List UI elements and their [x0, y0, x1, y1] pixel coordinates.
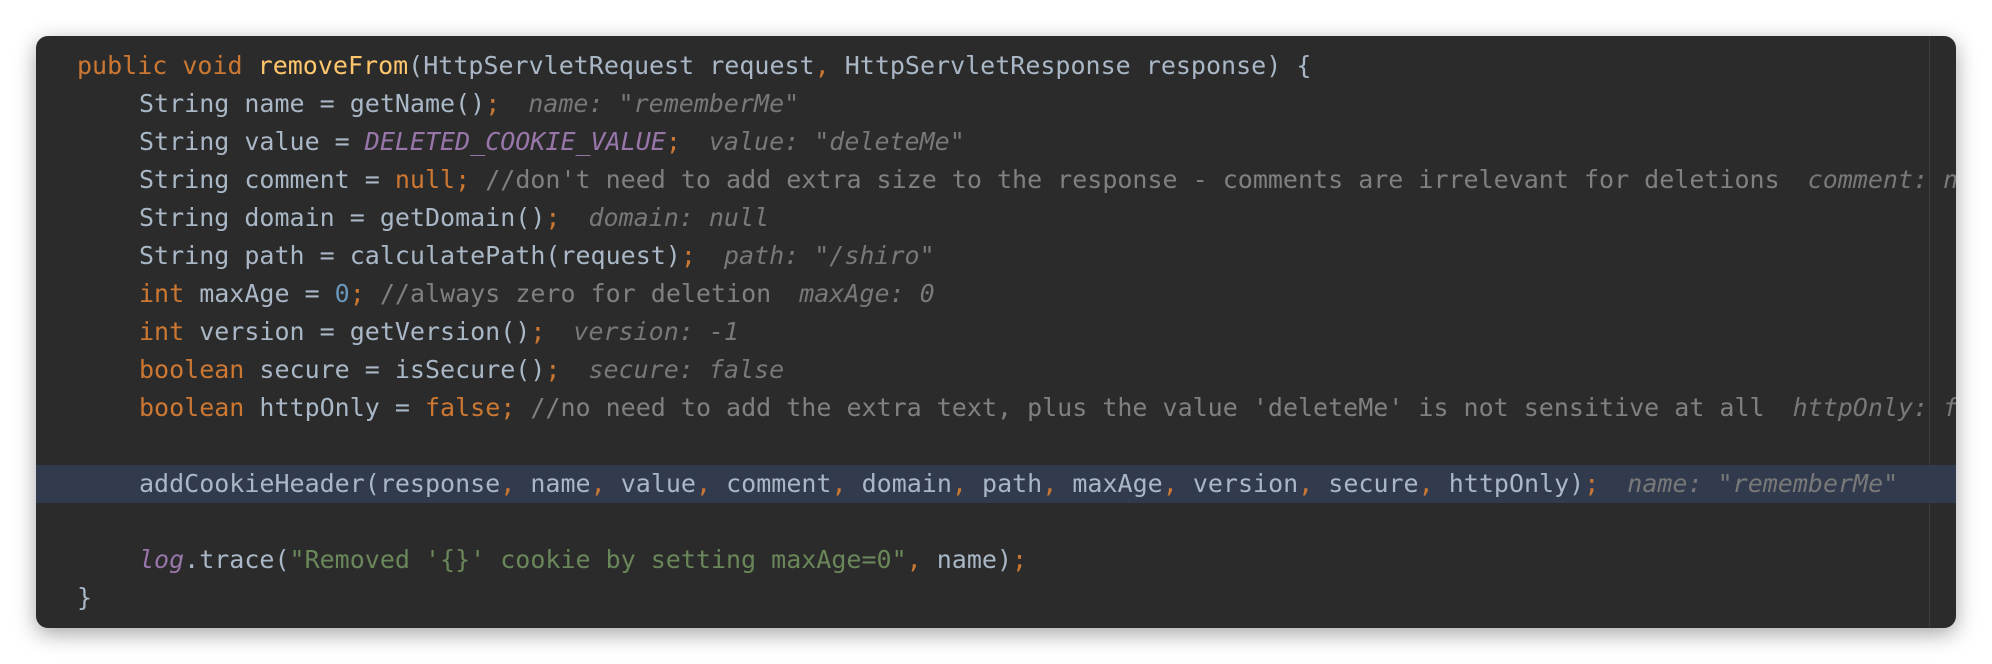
- code-text: String value =: [139, 127, 365, 156]
- argument: httpOnly: [1448, 469, 1570, 498]
- code-line-httponly[interactable]: boolean httpOnly = false; //no need to a…: [36, 389, 1956, 427]
- argument: name): [921, 545, 1012, 574]
- code-text: String path = calculatePath(request): [139, 241, 681, 270]
- line-comment: //no need to add the extra text, plus th…: [530, 393, 1765, 422]
- keyword-public: public: [77, 51, 168, 80]
- semicolon: ;: [665, 127, 681, 156]
- inline-value-hint: value: "deleteMe": [708, 127, 965, 156]
- argument: domain: [861, 469, 952, 498]
- keyword-int: int: [139, 317, 185, 346]
- constant-deleted-cookie-value: DELETED_COOKIE_VALUE: [364, 127, 666, 156]
- code-line-name[interactable]: String name = getName(); name: "rememberM…: [36, 85, 1956, 123]
- code-text: version = getVersion(): [184, 317, 531, 346]
- inline-value-hint: name: "rememberMe": [528, 89, 800, 118]
- open-brace: {: [1296, 51, 1312, 80]
- code-text: maxAge =: [184, 279, 335, 308]
- code-text: String domain = getDomain(): [139, 203, 546, 232]
- inline-value-hint: domain: null: [588, 203, 770, 232]
- code-text: httpOnly =: [244, 393, 425, 422]
- method-name: removeFrom: [257, 51, 409, 80]
- argument: version: [1192, 469, 1299, 498]
- keyword-boolean: boolean: [139, 355, 245, 384]
- code-text: String comment =: [139, 165, 395, 194]
- inline-value-hint: version: -1: [573, 317, 739, 346]
- close-paren: ): [1266, 51, 1282, 80]
- inline-value-hint: path: "/shiro": [723, 241, 935, 270]
- keyword-false: false: [424, 393, 501, 422]
- argument: path: [982, 469, 1043, 498]
- argument: maxAge: [1072, 469, 1163, 498]
- code-editor[interactable]: public void removeFrom(HttpServletReques…: [36, 36, 1956, 628]
- inline-value-hint: comment: null: [1807, 165, 1956, 194]
- argument: value: [620, 469, 696, 498]
- semicolon: ;: [545, 203, 561, 232]
- param-type-request: HttpServletRequest: [423, 51, 695, 80]
- keyword-void: void: [182, 51, 243, 80]
- open-paren: (: [408, 51, 424, 80]
- argument: comment: [726, 469, 832, 498]
- method-call: addCookieHeader(: [139, 469, 380, 498]
- code-text: secure = isSecure(): [244, 355, 546, 384]
- argument: response: [379, 469, 501, 498]
- comma: ,: [831, 469, 847, 498]
- line-comment: //always zero for deletion: [379, 279, 772, 308]
- code-line-secure[interactable]: boolean secure = isSecure(); secure: fals…: [36, 351, 1956, 389]
- comma: ,: [1162, 469, 1178, 498]
- code-text: String name = getName(): [139, 89, 486, 118]
- code-line-value[interactable]: String value = DELETED_COOKIE_VALUE; valu…: [36, 123, 1956, 161]
- number-literal: 0: [334, 279, 350, 308]
- comma: ,: [906, 545, 922, 574]
- comma: ,: [1042, 469, 1058, 498]
- semicolon: ;: [680, 241, 696, 270]
- code-line-domain[interactable]: String domain = getDomain(); domain: null: [36, 199, 1956, 237]
- semicolon: ;: [349, 279, 365, 308]
- comma: ,: [814, 51, 830, 80]
- log-field: log: [139, 545, 185, 574]
- code-line-version[interactable]: int version = getVersion(); version: -1: [36, 313, 1956, 351]
- code-line-signature[interactable]: public void removeFrom(HttpServletReques…: [36, 47, 1956, 85]
- code-line-maxage[interactable]: int maxAge = 0; //always zero for deleti…: [36, 275, 1956, 313]
- comma: ,: [590, 469, 606, 498]
- keyword-null: null: [394, 165, 456, 194]
- comma: ,: [1418, 469, 1434, 498]
- code-line-blank[interactable]: [36, 503, 1956, 541]
- semicolon: ;: [455, 165, 471, 194]
- semicolon: ;: [1012, 545, 1028, 574]
- inline-value-hint: maxAge: 0: [799, 279, 935, 308]
- inline-value-hint: secure: false: [588, 355, 785, 384]
- code-line-path[interactable]: String path = calculatePath(request); pat…: [36, 237, 1956, 275]
- close-paren: ): [1569, 469, 1585, 498]
- semicolon: ;: [530, 317, 546, 346]
- semicolon: ;: [545, 355, 561, 384]
- code-line-comment[interactable]: String comment = null; //don't need to a…: [36, 161, 1956, 199]
- param-name-request: request: [709, 51, 815, 80]
- keyword-boolean: boolean: [139, 393, 245, 422]
- code-area[interactable]: public void removeFrom(HttpServletReques…: [36, 47, 1956, 617]
- semicolon: ;: [500, 393, 516, 422]
- code-line-blank[interactable]: [36, 427, 1956, 465]
- comma: ,: [951, 469, 967, 498]
- semicolon: ;: [1584, 469, 1600, 498]
- param-name-response: response: [1145, 51, 1267, 80]
- comma: ,: [695, 469, 712, 498]
- comma: ,: [1298, 469, 1314, 498]
- code-line-closing-brace[interactable]: }: [36, 579, 1956, 617]
- argument: secure: [1328, 469, 1419, 498]
- line-comment: //don't need to add extra size to the re…: [485, 165, 1780, 194]
- method-call: .trace(: [184, 545, 290, 574]
- code-line-add-cookie-header[interactable]: addCookieHeader(response, name, value, c…: [36, 465, 1956, 503]
- semicolon: ;: [485, 89, 501, 118]
- close-brace: }: [77, 583, 93, 612]
- argument: name: [530, 469, 591, 498]
- code-line-log-trace[interactable]: log.trace("Removed '{}' cookie by settin…: [36, 541, 1956, 579]
- inline-value-hint: name: "rememberMe": [1627, 469, 1899, 498]
- comma: ,: [500, 469, 516, 498]
- string-literal: "Removed '{}' cookie by setting maxAge=0…: [289, 545, 907, 574]
- param-type-response: HttpServletResponse: [844, 51, 1131, 80]
- keyword-int: int: [139, 279, 185, 308]
- inline-value-hint: httpOnly: false: [1792, 393, 1956, 422]
